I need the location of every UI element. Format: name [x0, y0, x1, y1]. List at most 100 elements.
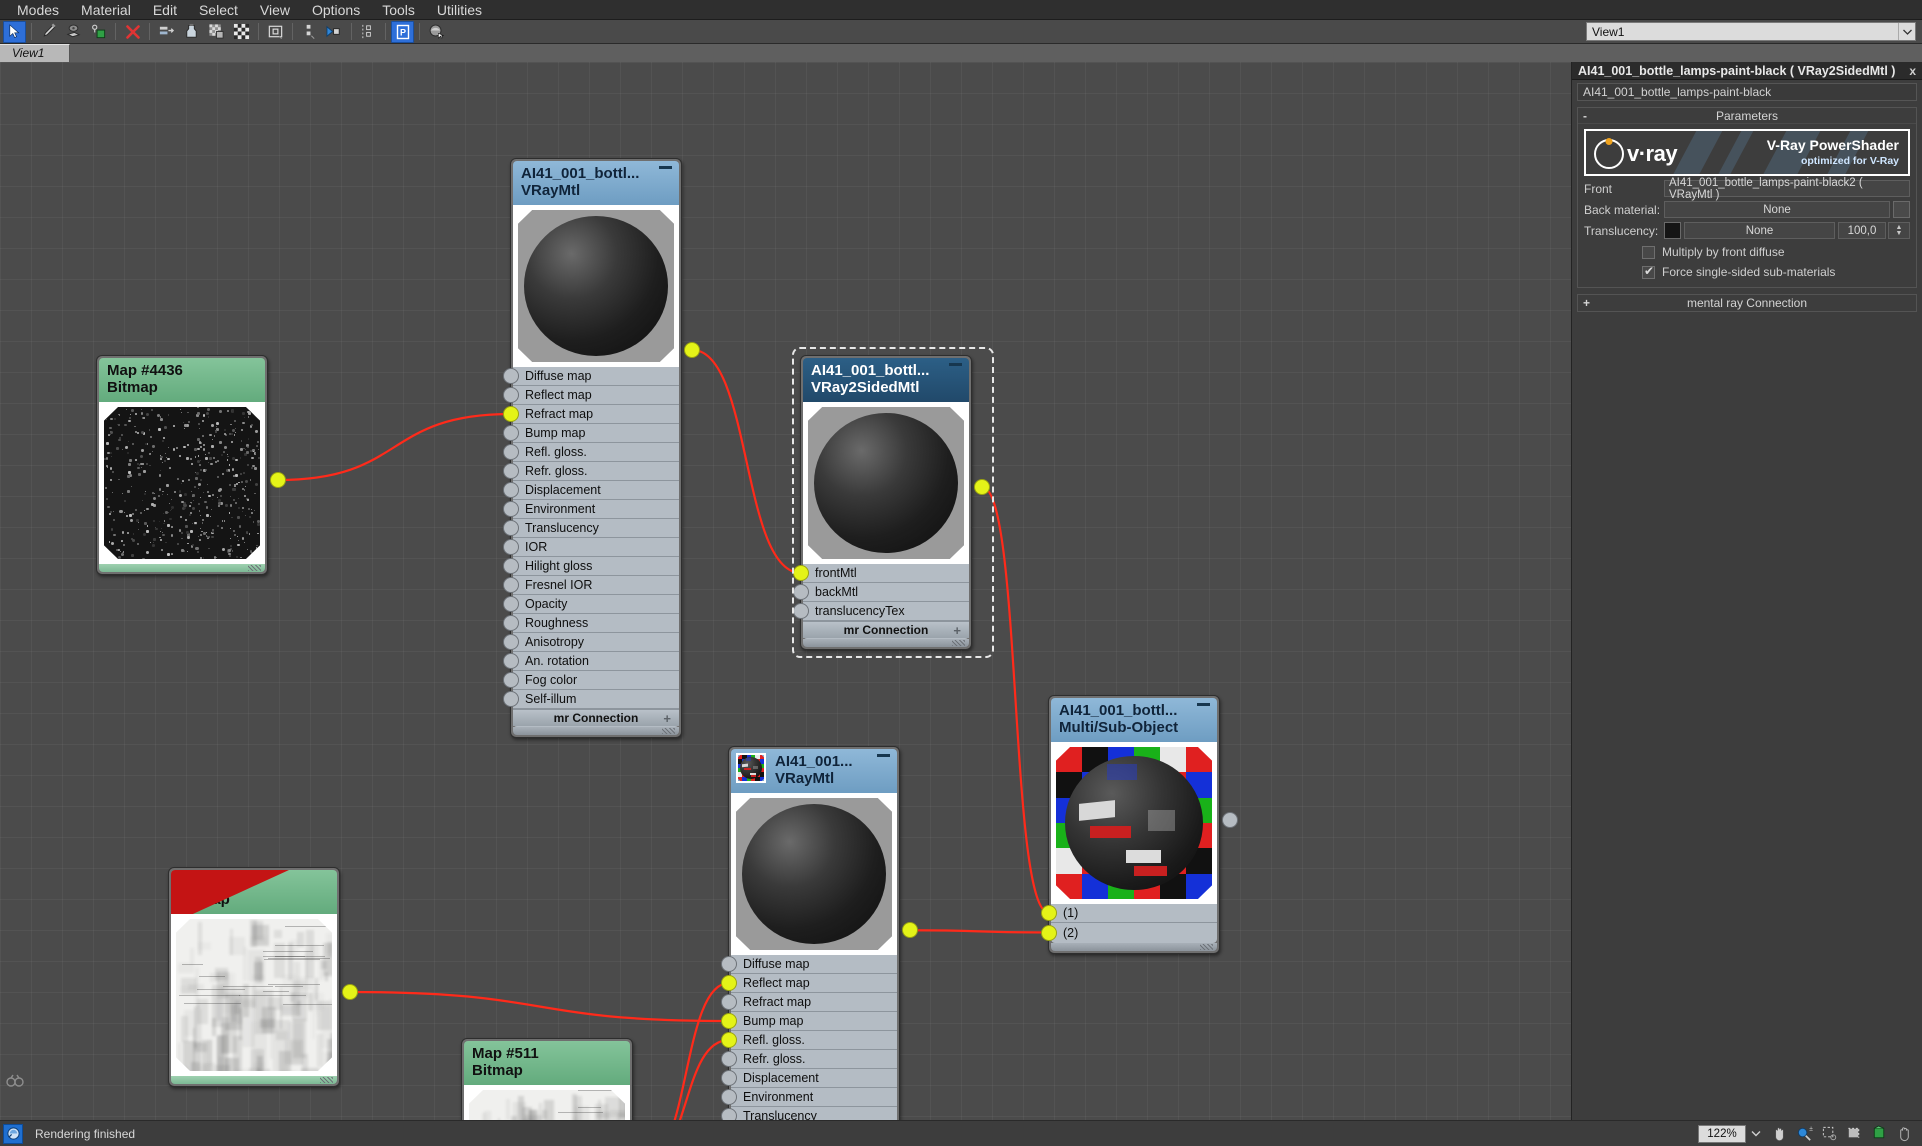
node-output-knob[interactable]: [974, 479, 990, 495]
input-slot[interactable]: (2): [1051, 923, 1217, 942]
node-collapse-button[interactable]: [659, 166, 672, 169]
slot-connector-knob[interactable]: [721, 1032, 737, 1048]
highlight-assets-icon[interactable]: [62, 21, 85, 43]
node-preview-swatch[interactable]: [803, 402, 969, 564]
force-single-sided-row[interactable]: Force single-sided sub-materials: [1584, 265, 1910, 279]
show-parameters-panel-icon[interactable]: P: [391, 21, 414, 43]
node-preview-swatch[interactable]: [731, 793, 897, 955]
slot-connector-knob[interactable]: [503, 577, 519, 593]
node-collapse-button[interactable]: [877, 754, 890, 757]
slot-connector-knob[interactable]: [503, 387, 519, 403]
slot-connector-knob[interactable]: [503, 691, 519, 707]
node-header[interactable]: Map #4436 Bitmap: [99, 358, 265, 402]
input-slot[interactable]: Anisotropy: [513, 633, 679, 652]
slot-connector-knob[interactable]: [503, 501, 519, 517]
slot-connector-knob[interactable]: [793, 565, 809, 581]
node-mr-connection-row[interactable]: mr Connection +: [803, 621, 969, 638]
slot-connector-knob[interactable]: [503, 653, 519, 669]
input-slot[interactable]: Environment: [731, 1088, 897, 1107]
slot-connector-knob[interactable]: [503, 368, 519, 384]
node-preview-swatch[interactable]: [99, 402, 265, 564]
input-slot[interactable]: Refract map: [513, 405, 679, 424]
mental-ray-connection-header[interactable]: + mental ray Connection: [1578, 295, 1916, 311]
input-slot[interactable]: Hilight gloss: [513, 557, 679, 576]
node-collapse-button[interactable]: [949, 363, 962, 366]
close-icon[interactable]: x: [1909, 64, 1916, 78]
translucency-amount-field[interactable]: 100,0: [1838, 222, 1886, 239]
input-slot[interactable]: Translucency: [731, 1107, 897, 1120]
slot-connector-knob[interactable]: [503, 463, 519, 479]
show-shaded-material-in-viewport-icon[interactable]: [180, 21, 203, 43]
node-resize-grip[interactable]: [513, 727, 679, 735]
pick-material-eyedropper-icon[interactable]: [37, 21, 60, 43]
slot-connector-knob[interactable]: [721, 975, 737, 991]
graph-node-vraymtl_multi[interactable]: AI41_001... VRayMtl Diffuse map Reflect map…: [728, 746, 900, 1120]
front-material-button[interactable]: AI41_001_bottle_lamps-paint-black2 ( VRa…: [1664, 180, 1910, 197]
slot-connector-knob[interactable]: [503, 406, 519, 422]
node-header[interactable]: Map #512 Bitmap: [171, 870, 337, 914]
zoom-extents-selected-icon[interactable]: [1868, 1123, 1891, 1145]
node-mr-connection-row[interactable]: mr Connection +: [513, 709, 679, 726]
input-slot[interactable]: Displacement: [513, 481, 679, 500]
move-children-down-icon[interactable]: [357, 21, 380, 43]
slot-connector-knob[interactable]: [1041, 925, 1057, 941]
input-slot[interactable]: Reflect map: [513, 386, 679, 405]
slot-connector-knob[interactable]: [721, 1108, 737, 1120]
input-slot[interactable]: (1): [1051, 904, 1217, 923]
input-slot[interactable]: Refract map: [731, 993, 897, 1012]
input-slot[interactable]: Refl. gloss.: [731, 1031, 897, 1050]
slot-connector-knob[interactable]: [721, 1051, 737, 1067]
slot-connector-knob[interactable]: [503, 672, 519, 688]
force-single-sided-checkbox[interactable]: [1642, 266, 1655, 279]
input-slot[interactable]: Fog color: [513, 671, 679, 690]
zoom-extents-icon[interactable]: [1843, 1123, 1866, 1145]
input-slot[interactable]: Refr. gloss.: [513, 462, 679, 481]
lay-out-children-icon[interactable]: [298, 21, 321, 43]
input-slot[interactable]: Bump map: [731, 1012, 897, 1031]
node-header[interactable]: AI41_001_bottl... VRayMtl: [513, 161, 679, 205]
input-slot[interactable]: translucencyTex: [803, 602, 969, 621]
back-material-toggle-checkbox[interactable]: [1893, 201, 1910, 218]
node-header[interactable]: Map #511 Bitmap: [464, 1041, 630, 1085]
input-slot[interactable]: Fresnel IOR: [513, 576, 679, 595]
node-output-knob[interactable]: [270, 472, 286, 488]
back-material-button[interactable]: None: [1664, 201, 1890, 218]
graph-node-map511[interactable]: Map #511 Bitmap: [461, 1038, 633, 1120]
slot-connector-knob[interactable]: [721, 994, 737, 1010]
input-slot[interactable]: Environment: [513, 500, 679, 519]
lay-out-all-icon[interactable]: [323, 21, 346, 43]
node-output-knob[interactable]: [1222, 812, 1238, 828]
select-tool[interactable]: [3, 21, 26, 43]
menu-item-view[interactable]: View: [249, 0, 301, 20]
node-output-knob[interactable]: [902, 922, 918, 938]
graph-node-map512[interactable]: Map #512 Bitmap: [168, 867, 340, 1087]
menu-item-tools[interactable]: Tools: [371, 0, 426, 20]
node-preview-swatch[interactable]: [1051, 742, 1217, 904]
graph-node-vraymtl_black2[interactable]: AI41_001_bottl... VRayMtl Diffuse map Refle…: [510, 158, 682, 738]
slot-connector-knob[interactable]: [503, 425, 519, 441]
node-graph-canvas[interactable]: Map #4436 Bitmap AI41_001_bottl... VRayMtl D…: [0, 62, 1571, 1120]
slot-connector-knob[interactable]: [793, 603, 809, 619]
delete-selected-icon[interactable]: [121, 21, 144, 43]
expand-icon[interactable]: +: [953, 623, 961, 638]
slot-connector-knob[interactable]: [721, 956, 737, 972]
menu-item-material[interactable]: Material: [70, 0, 142, 20]
pan-all-icon[interactable]: [1893, 1123, 1916, 1145]
input-slot[interactable]: Opacity: [513, 595, 679, 614]
slot-connector-knob[interactable]: [721, 1070, 737, 1086]
material-id-channel-icon[interactable]: [425, 21, 448, 43]
node-output-tab[interactable]: [631, 1108, 651, 1120]
show-end-result-icon[interactable]: [230, 21, 253, 43]
show-background-in-preview-icon[interactable]: [205, 21, 228, 43]
menu-item-utilities[interactable]: Utilities: [426, 0, 493, 20]
slot-connector-knob[interactable]: [503, 520, 519, 536]
zoom-icon[interactable]: ±: [1793, 1123, 1816, 1145]
menu-item-edit[interactable]: Edit: [142, 0, 188, 20]
slot-connector-knob[interactable]: [503, 444, 519, 460]
material-name-field[interactable]: AI41_001_bottle_lamps-paint-black: [1577, 83, 1917, 101]
node-collapse-button[interactable]: [1197, 703, 1210, 706]
input-slot[interactable]: Diffuse map: [513, 367, 679, 386]
node-preview-swatch[interactable]: [513, 205, 679, 367]
move-children-icon[interactable]: [155, 21, 178, 43]
slot-connector-knob[interactable]: [503, 558, 519, 574]
